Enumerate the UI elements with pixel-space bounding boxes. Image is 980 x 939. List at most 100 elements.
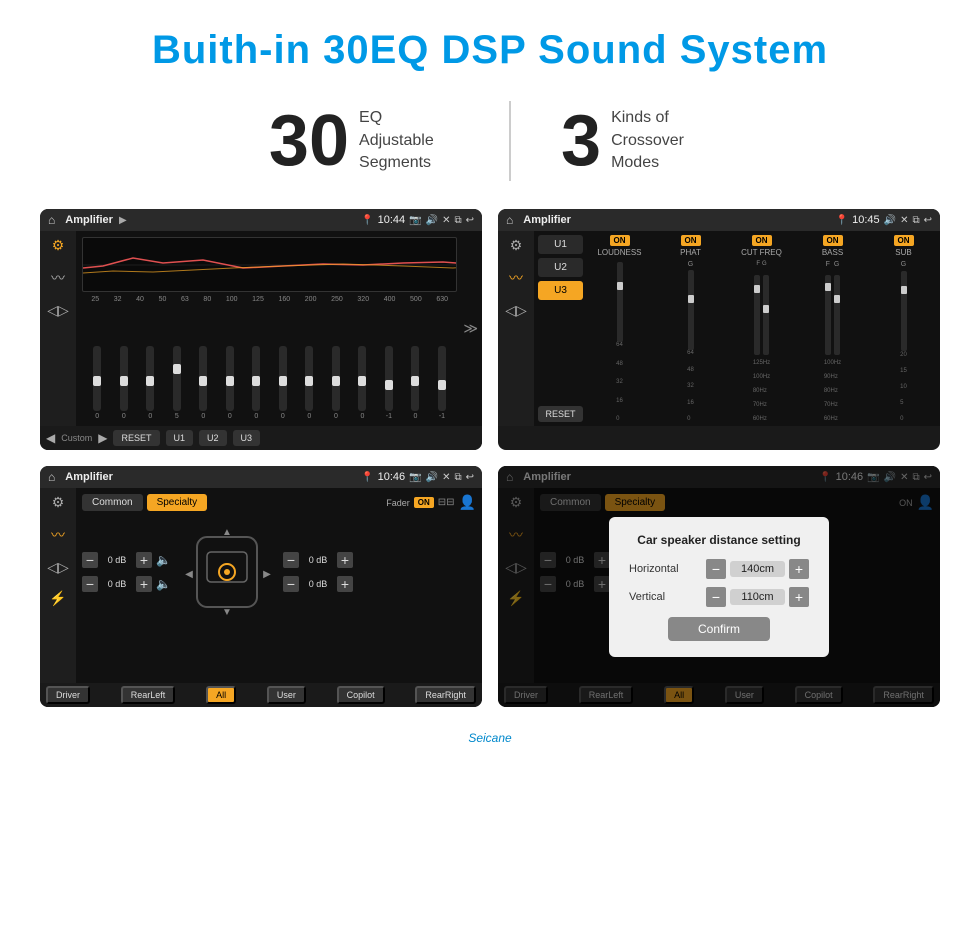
wave-icon-1[interactable]: 〰	[51, 268, 65, 288]
driver-btn[interactable]: Driver	[46, 686, 90, 704]
vol-icon-1[interactable]: ◁▷	[47, 302, 69, 319]
db-minus-rl[interactable]: −	[82, 576, 98, 592]
home-icon-1[interactable]: ⌂	[48, 213, 55, 227]
phat-labels: G	[688, 261, 693, 268]
home-icon-3[interactable]: ⌂	[48, 470, 55, 484]
rearleft-btn[interactable]: RearLeft	[121, 686, 176, 704]
bt-icon-3[interactable]: ⚡	[49, 590, 66, 607]
eq-slider-track[interactable]	[358, 346, 366, 411]
cross-channel-phat: ON PHAT G 644832160	[658, 235, 723, 422]
eq-icon-3[interactable]: ⚙	[52, 494, 65, 511]
db-plus-rl[interactable]: +	[136, 576, 152, 592]
scroll-right-icon[interactable]: ≫	[463, 320, 478, 337]
status-bar-3: ⌂ Amplifier 📍 10:46 📷 🔊 ✕ ⧉ ↩	[40, 466, 482, 488]
dialog-vertical-plus[interactable]: +	[789, 587, 809, 607]
eq-slider-track[interactable]	[93, 346, 101, 411]
cross-left: U1 U2 U3 RESET	[538, 235, 583, 422]
u2-cross-btn[interactable]: U2	[538, 258, 583, 277]
status-time-2: 10:45	[852, 214, 880, 226]
eq-slider-track[interactable]	[199, 346, 207, 411]
eq-slider-track[interactable]	[332, 346, 340, 411]
db-minus-fl[interactable]: −	[82, 552, 98, 568]
x-icon-2[interactable]: ✕	[900, 215, 908, 226]
dialog-horizontal-value: 140cm	[730, 561, 785, 577]
eq-slider-track[interactable]	[385, 346, 393, 411]
cutfreq-v-track2[interactable]	[763, 275, 769, 355]
wave-icon-3[interactable]: 〰	[51, 525, 65, 545]
camera-icon-3: 📷	[409, 472, 421, 483]
dialog-vertical-minus[interactable]: −	[706, 587, 726, 607]
reset-btn[interactable]: RESET	[113, 430, 159, 446]
db-plus-rr[interactable]: +	[337, 576, 353, 592]
eq-slider-track[interactable]	[438, 346, 446, 411]
eq-slider-track[interactable]	[411, 346, 419, 411]
fader-on-badge[interactable]: ON	[414, 497, 434, 508]
copilot-btn[interactable]: Copilot	[337, 686, 385, 704]
x-icon-1[interactable]: ✕	[442, 215, 450, 226]
on-badge-bass[interactable]: ON	[823, 235, 843, 246]
reset-cross-btn[interactable]: RESET	[538, 406, 583, 422]
on-badge-cutfreq[interactable]: ON	[752, 235, 772, 246]
eq-icon-1[interactable]: ⚙	[52, 237, 65, 254]
common-tab[interactable]: Common	[82, 494, 143, 511]
sub-handle	[901, 286, 907, 294]
rearright-btn[interactable]: RearRight	[415, 686, 476, 704]
on-badge-loudness[interactable]: ON	[610, 235, 630, 246]
u2-btn[interactable]: U2	[199, 430, 227, 446]
vol-icon-3[interactable]: 🔊	[426, 472, 438, 483]
db-plus-fr[interactable]: +	[337, 552, 353, 568]
back-icon-3[interactable]: ↩	[466, 472, 474, 483]
window-icon-3[interactable]: ⧉	[454, 472, 461, 483]
dialog-horizontal-plus[interactable]: +	[789, 559, 809, 579]
vol-icon-2[interactable]: 🔊	[884, 215, 896, 226]
eq-slider-track[interactable]	[252, 346, 260, 411]
confirm-button[interactable]: Confirm	[668, 617, 770, 641]
window-icon-1[interactable]: ⧉	[454, 215, 461, 226]
x-icon-3[interactable]: ✕	[442, 472, 450, 483]
next-btn[interactable]: ▶	[98, 431, 107, 445]
db-minus-rr[interactable]: −	[283, 576, 299, 592]
eq-slider-track[interactable]	[120, 346, 128, 411]
eq-slider-track[interactable]	[305, 346, 313, 411]
on-badge-phat[interactable]: ON	[681, 235, 701, 246]
eq-slider-track[interactable]	[146, 346, 154, 411]
phat-v-track[interactable]	[688, 270, 694, 350]
back-icon-2[interactable]: ↩	[924, 215, 932, 226]
eq-slider-track[interactable]	[173, 346, 181, 411]
on-badge-sub[interactable]: ON	[894, 235, 914, 246]
db-plus-fl[interactable]: +	[136, 552, 152, 568]
db-minus-fr[interactable]: −	[283, 552, 299, 568]
specialty-tab[interactable]: Specialty	[147, 494, 208, 511]
stat-eq-number: 30	[269, 105, 349, 177]
u3-cross-btn[interactable]: U3	[538, 281, 583, 300]
loudness-v-track[interactable]	[617, 262, 623, 342]
back-icon-1[interactable]: ↩	[466, 215, 474, 226]
eq-val: -1	[439, 413, 445, 420]
eq-val: 0	[228, 413, 232, 420]
vol-icon-2b[interactable]: ◁▷	[505, 302, 527, 319]
home-icon-2[interactable]: ⌂	[506, 213, 513, 227]
screen1-body: ⚙ 〰 ◁▷ 2532405063 80100125160200 2503204…	[40, 231, 482, 426]
dialog-vertical-label: Vertical	[629, 591, 665, 603]
user-icon-3[interactable]: 👤	[459, 494, 476, 511]
dialog-horizontal-minus[interactable]: −	[706, 559, 726, 579]
bass-v-track1[interactable]	[825, 275, 831, 355]
eq-slider-track[interactable]	[226, 346, 234, 411]
u1-cross-btn[interactable]: U1	[538, 235, 583, 254]
channel-name-phat: PHAT	[680, 248, 701, 257]
bass-v-track2[interactable]	[834, 275, 840, 355]
u3-btn[interactable]: U3	[233, 430, 261, 446]
wave-icon-2[interactable]: 〰	[509, 268, 523, 288]
eq-screen: ⌂ Amplifier ▶ 📍 10:44 📷 🔊 ✕ ⧉ ↩ ⚙ 〰 ◁▷	[40, 209, 482, 450]
eq-icon-2[interactable]: ⚙	[510, 237, 523, 254]
prev-btn[interactable]: ◀	[46, 431, 55, 445]
user-btn[interactable]: User	[267, 686, 306, 704]
all-btn[interactable]: All	[206, 686, 236, 704]
window-icon-2[interactable]: ⧉	[912, 215, 919, 226]
play-icon-1[interactable]: ▶	[119, 215, 127, 226]
sub-v-track[interactable]	[901, 271, 907, 351]
u1-btn[interactable]: U1	[166, 430, 194, 446]
vol-icon-3b[interactable]: ◁▷	[47, 559, 69, 576]
cutfreq-v-track1[interactable]	[754, 275, 760, 355]
eq-slider-track[interactable]	[279, 346, 287, 411]
